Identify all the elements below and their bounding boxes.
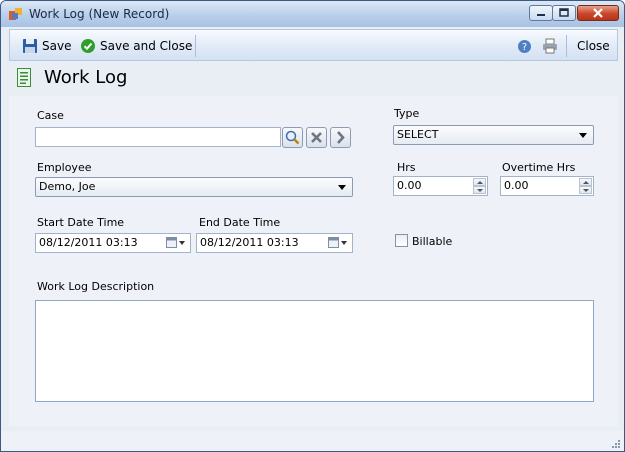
green-check-icon	[81, 39, 95, 53]
svg-text:?: ?	[522, 42, 527, 53]
spin-down-icon[interactable]	[473, 186, 486, 194]
end-date-label: End Date Time	[199, 216, 281, 229]
spin-down-icon[interactable]	[579, 186, 592, 194]
hrs-stepper[interactable]	[473, 178, 486, 194]
overtime-input[interactable]: 0.00	[500, 176, 594, 196]
type-dropdown[interactable]: SELECT	[393, 125, 594, 145]
spin-up-icon[interactable]	[579, 178, 592, 186]
chevron-down-icon	[338, 185, 346, 190]
calendar-icon[interactable]	[166, 237, 186, 249]
printer-icon	[543, 38, 557, 54]
status-bar	[1, 431, 624, 451]
type-label: Type	[394, 107, 420, 120]
maximize-button[interactable]	[552, 5, 576, 21]
billable-checkbox[interactable]	[395, 234, 408, 247]
chevron-down-icon	[579, 133, 587, 138]
end-date-value: 08/12/2011 03:13	[200, 236, 299, 249]
floppy-disk-icon	[23, 39, 37, 53]
minimize-icon	[537, 14, 545, 16]
spin-up-icon[interactable]	[473, 178, 486, 186]
help-icon: ?	[518, 39, 531, 53]
hrs-value: 0.00	[397, 179, 422, 192]
hrs-input[interactable]: 0.00	[393, 176, 488, 196]
print-button[interactable]	[542, 37, 558, 55]
save-and-close-label: Save and Close	[100, 39, 193, 53]
title-bar[interactable]: Work Log (New Record)	[1, 1, 624, 27]
close-button[interactable]: Close	[577, 37, 610, 55]
work-log-window: Work Log (New Record) Save Save and Clos…	[0, 0, 625, 452]
window-close-button[interactable]	[577, 5, 619, 21]
employee-dropdown[interactable]: Demo, Joe	[35, 177, 353, 197]
save-and-close-button[interactable]: Save and Close	[80, 37, 192, 55]
overtime-label: Overtime Hrs	[502, 161, 576, 174]
case-label: Case	[37, 109, 64, 122]
document-icon	[17, 68, 31, 87]
overtime-value: 0.00	[504, 179, 529, 192]
case-clear-button[interactable]	[306, 127, 327, 148]
close-icon	[593, 8, 603, 18]
case-input[interactable]	[35, 127, 281, 147]
employee-value: Demo, Joe	[39, 180, 96, 193]
start-date-label: Start Date Time	[37, 216, 125, 229]
end-date-picker[interactable]: 08/12/2011 03:13	[196, 233, 353, 253]
maximize-icon	[559, 8, 569, 17]
type-value: SELECT	[397, 128, 439, 141]
save-button[interactable]: Save	[22, 37, 71, 55]
toolbar-separator	[195, 35, 196, 57]
toolbar-separator	[566, 35, 567, 57]
page-title: Work Log	[44, 67, 128, 88]
close-label: Close	[577, 39, 610, 53]
billable-label[interactable]: Billable	[412, 235, 452, 248]
help-button[interactable]: ?	[517, 37, 532, 55]
x-icon	[311, 132, 322, 143]
employee-label: Employee	[37, 161, 92, 174]
arrow-right-icon	[337, 131, 345, 144]
calendar-icon[interactable]	[328, 237, 348, 249]
minimize-button[interactable]	[529, 5, 553, 21]
overtime-stepper[interactable]	[579, 178, 592, 194]
description-label: Work Log Description	[37, 280, 155, 293]
app-window-icon	[9, 8, 22, 20]
save-label: Save	[42, 39, 72, 53]
magnifier-icon	[285, 130, 300, 145]
case-lookup-button[interactable]	[282, 127, 303, 148]
window-title: Work Log (New Record)	[29, 7, 170, 21]
case-goto-button[interactable]	[330, 127, 351, 148]
hrs-label: Hrs	[397, 161, 416, 174]
resize-grip-icon[interactable]	[610, 438, 620, 448]
toolbar: Save Save and Close ? Close	[9, 29, 618, 61]
description-textarea[interactable]	[35, 300, 594, 402]
start-date-value: 08/12/2011 03:13	[39, 236, 138, 249]
start-date-picker[interactable]: 08/12/2011 03:13	[35, 233, 191, 253]
